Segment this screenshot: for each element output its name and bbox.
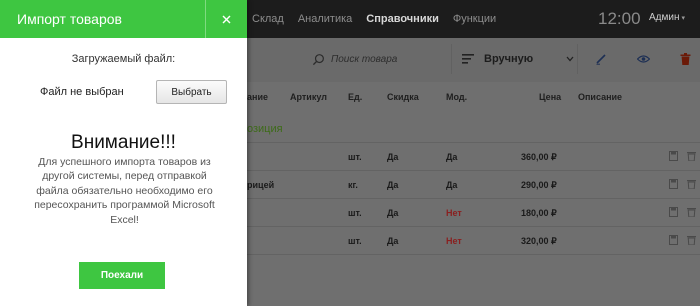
row-divider bbox=[247, 142, 700, 143]
column-header-discount: Скидка bbox=[387, 92, 419, 102]
trash-icon[interactable] bbox=[687, 235, 696, 245]
row-divider bbox=[247, 254, 700, 255]
row-divider bbox=[247, 170, 700, 171]
row-discount: Да bbox=[387, 180, 399, 190]
row-unit: шт. bbox=[348, 152, 362, 162]
group-label: озиция bbox=[247, 123, 283, 135]
row-unit: шт. bbox=[348, 208, 362, 218]
panel-header: Импорт товаров bbox=[0, 0, 247, 38]
row-name: рицей bbox=[247, 180, 275, 190]
save-icon[interactable] bbox=[669, 207, 678, 217]
sort-select-value: Вручную bbox=[484, 53, 534, 65]
caret-down-icon: ▾ bbox=[681, 14, 686, 22]
row-price: 290,00 ₽ bbox=[521, 180, 557, 190]
row-discount: Да bbox=[387, 208, 399, 218]
pencil-icon bbox=[596, 54, 606, 65]
nav-item-directories[interactable]: Справочники bbox=[366, 13, 439, 25]
column-header-sku: Артикул bbox=[290, 92, 327, 102]
row-unit: шт. bbox=[348, 236, 362, 246]
file-status: Файл не выбран bbox=[40, 86, 124, 98]
row-mod: Нет bbox=[446, 208, 462, 218]
trash-icon[interactable] bbox=[687, 179, 696, 189]
view-button[interactable] bbox=[632, 48, 654, 70]
main-nav: Склад Аналитика Справочники Функции bbox=[252, 0, 496, 38]
eye-icon bbox=[636, 55, 650, 63]
row-discount: Да bbox=[387, 152, 399, 162]
row-price: 360,00 ₽ bbox=[521, 152, 557, 162]
row-divider bbox=[247, 198, 700, 199]
column-header-price: Цена bbox=[539, 92, 562, 102]
sort-select[interactable]: Вручную bbox=[456, 44, 578, 74]
list-lines-icon bbox=[462, 54, 474, 64]
warning-text: Для успешного импорта товаров из другой … bbox=[34, 156, 215, 226]
column-header-description: Описание bbox=[578, 92, 623, 102]
warning-title: Внимание!!! bbox=[71, 132, 176, 153]
nav-item-analytics[interactable]: Аналитика bbox=[298, 13, 352, 25]
close-button[interactable] bbox=[206, 0, 247, 38]
trash-icon[interactable] bbox=[687, 151, 696, 161]
row-divider bbox=[247, 226, 700, 227]
trash-icon bbox=[680, 53, 690, 65]
column-header-name: ание bbox=[247, 92, 268, 102]
delete-button[interactable] bbox=[674, 48, 696, 70]
clock: 12:00 bbox=[598, 9, 641, 28]
save-icon[interactable] bbox=[669, 151, 678, 161]
column-header-mod: Мод. bbox=[446, 92, 468, 102]
row-discount: Да bbox=[387, 236, 399, 246]
search-box[interactable] bbox=[302, 44, 452, 74]
save-icon[interactable] bbox=[669, 179, 678, 189]
chevron-down-icon bbox=[566, 56, 574, 62]
save-icon[interactable] bbox=[669, 235, 678, 245]
panel-title: Импорт товаров bbox=[17, 11, 122, 27]
row-price: 180,00 ₽ bbox=[521, 208, 557, 218]
search-input[interactable] bbox=[331, 53, 441, 65]
row-unit: кг. bbox=[348, 180, 358, 190]
user-menu[interactable]: Админ ▾ bbox=[649, 12, 685, 23]
upload-caption: Загружаемый файл: bbox=[71, 53, 176, 65]
import-products-panel: Импорт товаров Загружаемый файл: Файл не… bbox=[0, 0, 247, 306]
column-header-unit: Ед. bbox=[348, 92, 363, 102]
trash-icon[interactable] bbox=[687, 207, 696, 217]
nav-item-functions[interactable]: Функции bbox=[453, 13, 496, 25]
submit-import-button[interactable]: Поехали bbox=[79, 262, 165, 289]
row-mod: Да bbox=[446, 152, 458, 162]
search-icon bbox=[312, 53, 324, 65]
choose-file-button[interactable]: Выбрать bbox=[156, 80, 227, 104]
row-mod: Да bbox=[446, 180, 458, 190]
row-mod: Нет bbox=[446, 236, 462, 246]
close-icon bbox=[222, 15, 231, 23]
row-price: 320,00 ₽ bbox=[521, 236, 557, 246]
edit-button[interactable] bbox=[590, 48, 612, 70]
nav-item-warehouse[interactable]: Склад bbox=[252, 13, 284, 25]
user-name: Админ bbox=[649, 12, 680, 23]
